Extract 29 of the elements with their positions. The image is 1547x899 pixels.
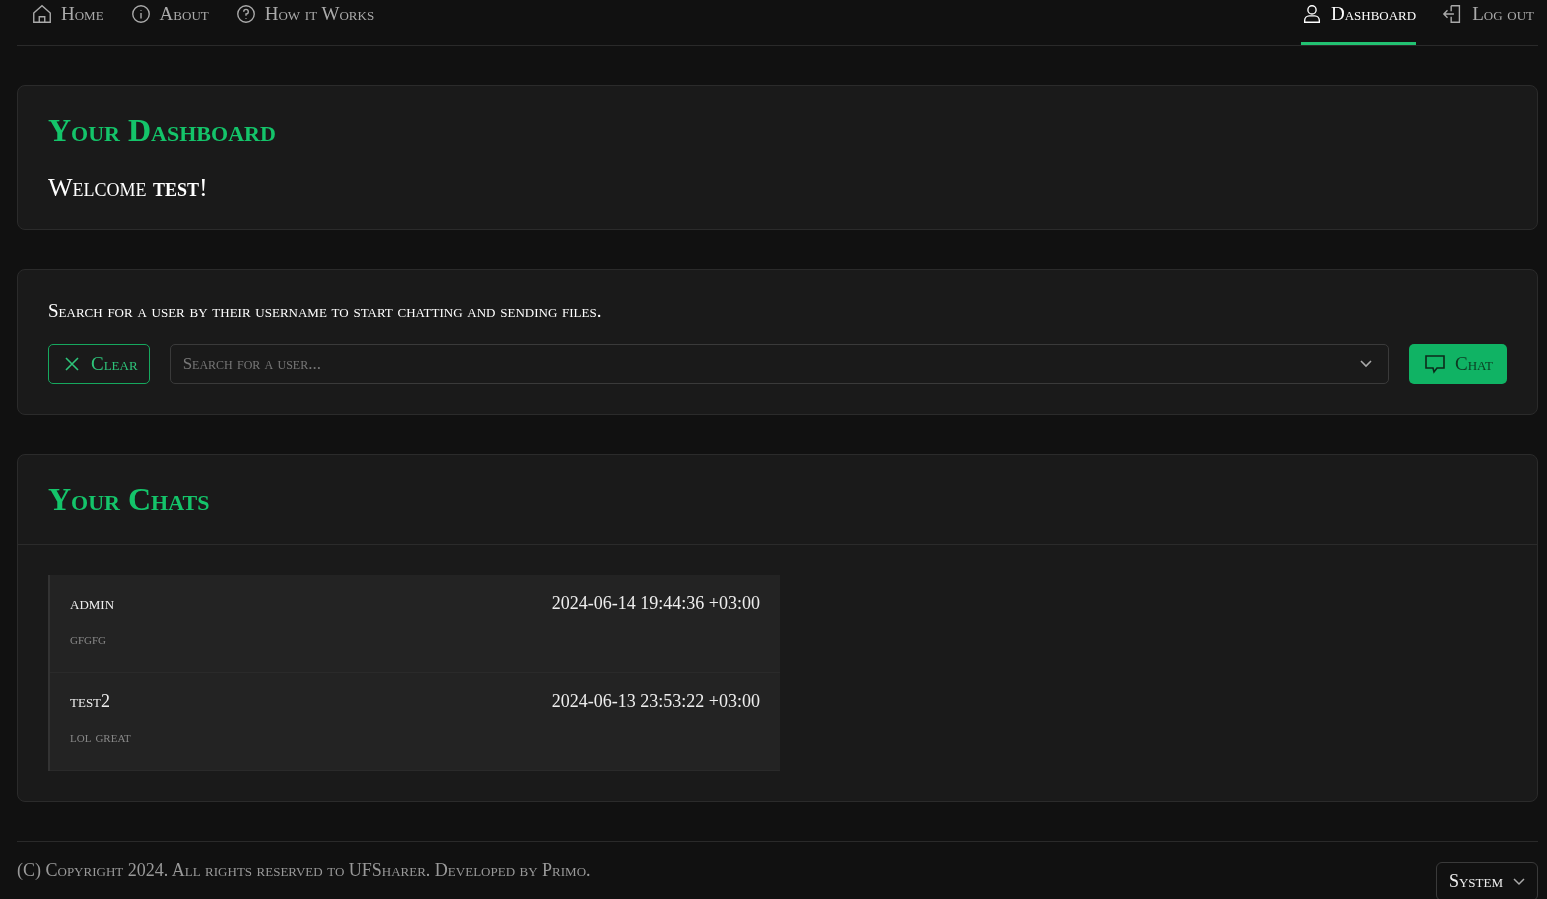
nav-link[interactable]: Dashboard bbox=[1300, 0, 1417, 45]
clear-button[interactable]: Clear bbox=[48, 344, 150, 384]
nav-link[interactable]: Log out bbox=[1442, 0, 1534, 45]
chat-button[interactable]: Chat bbox=[1409, 344, 1507, 384]
welcome-text: Welcome test! bbox=[48, 173, 209, 203]
page-title: Your Dashboard bbox=[48, 112, 277, 149]
user-search-field[interactable]: Search for a user... bbox=[169, 344, 1390, 384]
chevron-down-icon bbox=[1513, 877, 1525, 886]
help-icon bbox=[234, 2, 257, 25]
home-icon bbox=[31, 2, 53, 25]
instructions-text: Search for a user by their username to start chatting and sending files. bbox=[48, 300, 603, 322]
chat-username: admin bbox=[70, 593, 115, 614]
nav-link[interactable]: How it Works bbox=[234, 0, 375, 45]
chat-timestamp: 2024-06-13 23:53:22 +03:00 bbox=[551, 691, 760, 712]
copyright-text: (C) Copyright 2024. All rights reserved to UFSharer. Developed by Primo. bbox=[17, 860, 591, 881]
speech-bubble-icon bbox=[1423, 353, 1448, 375]
section-title: Your Chats bbox=[18, 455, 1537, 545]
chat-username: test2 bbox=[70, 691, 111, 712]
chat-list-item[interactable]: test2 2024-06-13 23:53:22 +03:00 lol great bbox=[50, 673, 780, 771]
theme-select[interactable]: System bbox=[1435, 862, 1538, 899]
info-icon bbox=[129, 2, 152, 25]
chevron-down-icon bbox=[1359, 359, 1374, 369]
chat-last-message: gfgfg bbox=[70, 630, 108, 648]
nav-link[interactable]: Home bbox=[31, 0, 104, 45]
chat-list-item[interactable]: admin 2024-06-14 19:44:36 +03:00 gfgfg bbox=[50, 575, 780, 673]
chat-last-message: lol great bbox=[70, 728, 132, 746]
chat-timestamp: 2024-06-14 19:44:36 +03:00 bbox=[551, 593, 760, 614]
nav-link[interactable]: About bbox=[129, 0, 209, 45]
close-icon bbox=[63, 355, 81, 373]
